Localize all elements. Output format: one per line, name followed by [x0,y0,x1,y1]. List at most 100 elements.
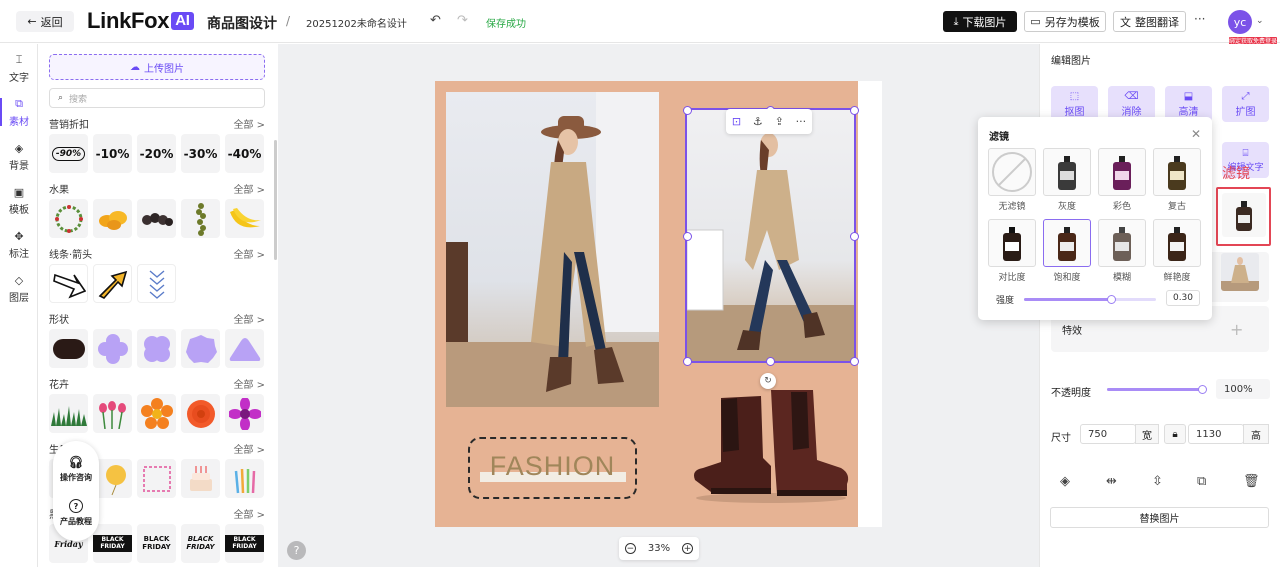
help-icon[interactable]: ? [287,541,306,560]
see-all-link[interactable]: 全部 > [233,246,265,261]
black-friday-tile[interactable]: BLACK FRIDAY [225,524,264,563]
black-friday-tile[interactable]: BLACK FRIDAY [137,524,176,563]
document-name[interactable]: 20251202未命名设计 [306,15,407,30]
strength-knob[interactable] [1107,295,1116,304]
flip-horizontal-icon[interactable]: ⇹ [1106,474,1117,489]
consult-button[interactable]: 🎧︎ 操作咨询 [60,455,92,483]
logo[interactable]: LinkFox AI [87,8,194,34]
resize-handle[interactable] [850,106,859,115]
add-effect-icon[interactable]: + [1230,320,1243,339]
height-input[interactable]: 1130 [1188,424,1244,444]
smart-select-icon[interactable]: ⊡ [732,115,741,128]
model-photo-right-selected[interactable] [685,108,856,363]
see-all-link[interactable]: 全部 > [233,311,265,326]
purple-flower-image[interactable] [225,394,264,433]
asset-tile[interactable]: -40% [225,134,264,173]
nav-layers[interactable]: ◇ 图层 [0,269,38,309]
resize-handle[interactable] [850,232,859,241]
canvas-area[interactable]: FASHION ⊡ ⚓︎ ⇪ ··· ↻ − 33% + ? [278,44,1039,567]
tulips-image[interactable] [93,394,132,433]
artboard[interactable]: FASHION ⊡ ⚓︎ ⇪ ··· ↻ [435,81,882,527]
asset-tile[interactable]: -90% [49,134,88,173]
assets-scrollbar[interactable] [274,140,277,260]
nav-annotate[interactable]: ✥ 标注 [0,225,38,265]
asset-tile[interactable]: -30% [181,134,220,173]
resize-handle[interactable] [850,357,859,366]
chevrons-down-image[interactable] [137,264,176,303]
anchor-icon[interactable]: ⚓︎ [753,115,763,128]
nav-background[interactable]: ◈ 背景 [0,137,38,177]
avatar[interactable]: yc [1228,10,1252,34]
layers-order-icon[interactable]: ◈ [1060,474,1070,489]
asset-tile[interactable]: -10% [93,134,132,173]
fruit-wreath-image[interactable] [49,199,88,238]
banana-image[interactable] [225,199,264,238]
zoom-in-icon[interactable]: + [682,543,694,554]
black-friday-tile[interactable]: BLACK FRIDAY [93,524,132,563]
filter-vibrance[interactable]: 鲜艳度 [1153,219,1201,283]
boots-image[interactable] [691,388,851,506]
model-thumbnail[interactable] [1221,253,1259,291]
translate-button[interactable]: 文 整图翻译 [1113,11,1186,32]
opacity-slider[interactable] [1107,385,1207,394]
more-icon[interactable]: ··· [796,115,807,128]
filter-vintage[interactable]: 复古 [1153,148,1201,212]
rotate-handle-icon[interactable]: ↻ [760,373,776,389]
triangle-shape[interactable] [225,329,264,368]
trash-icon[interactable]: 🗑︎ [1243,474,1260,489]
arrow-yellow-image[interactable] [93,264,132,303]
strength-input[interactable]: 0.30 [1166,290,1200,306]
see-all-link[interactable]: 全部 > [233,376,265,391]
back-button[interactable]: ← 返回 [16,11,74,32]
duplicate-icon[interactable]: ⧉ [1197,474,1206,489]
see-all-link[interactable]: 全部 > [233,181,265,196]
nav-template[interactable]: ▣ 模板 [0,181,38,221]
search-input[interactable]: ⌕ 搜索 [49,88,265,108]
flower-shape[interactable] [93,329,132,368]
replace-image-button[interactable]: 替换图片 [1050,507,1269,528]
strength-slider[interactable] [1024,295,1156,304]
orange-flower-image[interactable] [137,394,176,433]
zoom-out-icon[interactable]: − [624,543,636,554]
flip-vertical-icon[interactable]: ⇳ [1152,474,1163,489]
chevron-down-icon[interactable]: ⌄ [1256,16,1264,26]
grapes-image[interactable] [181,199,220,238]
lock-ratio-button[interactable]: 🔒︎ [1164,424,1186,444]
black-friday-tile[interactable]: BLACK FRIDAY [181,524,220,563]
arrow-outline-image[interactable] [49,264,88,303]
resize-handle[interactable] [683,232,692,241]
upload-image-button[interactable]: ☁ 上传图片 [49,54,265,80]
frame-image[interactable] [137,459,176,498]
undo-icon[interactable]: ↶ [430,13,441,28]
resize-handle[interactable] [766,357,775,366]
fashion-text-box[interactable]: FASHION [468,437,637,499]
nav-text[interactable]: ⌶ 文字 [0,48,38,88]
filter-contrast[interactable]: 对比度 [988,219,1036,283]
asset-tile[interactable]: -20% [137,134,176,173]
redo-icon[interactable]: ↷ [457,13,468,28]
save-template-button[interactable]: ▭ 另存为模板 [1024,11,1106,32]
cake-image[interactable] [181,459,220,498]
opacity-input[interactable]: 100% [1216,379,1270,399]
pill-shape[interactable] [49,329,88,368]
see-all-link[interactable]: 全部 > [233,506,265,521]
close-icon[interactable]: ✕ [1191,127,1201,141]
expand-button[interactable]: ⤢ 扩图 [1222,86,1269,122]
filter-color[interactable]: 彩色 [1098,148,1146,212]
mango-image[interactable] [93,199,132,238]
see-all-link[interactable]: 全部 > [233,441,265,456]
model-photo-left[interactable] [446,92,659,407]
tutorial-button[interactable]: ? 产品教程 [60,499,92,527]
filter-none[interactable]: 无滤镜 [988,148,1036,212]
fashion-text[interactable]: FASHION [470,451,635,482]
filter-grayscale[interactable]: 灰度 [1043,148,1091,212]
see-all-link[interactable]: 全部 > [233,116,265,131]
resize-handle[interactable] [683,357,692,366]
filter-saturation-selected[interactable]: 饱和度 [1043,219,1091,283]
grass-image[interactable] [49,394,88,433]
blob-shape[interactable] [181,329,220,368]
width-input[interactable]: 750 [1080,424,1136,444]
poster-background[interactable]: FASHION [435,81,859,527]
candles-image[interactable] [225,459,264,498]
filter-blur[interactable]: 模糊 [1098,219,1146,283]
